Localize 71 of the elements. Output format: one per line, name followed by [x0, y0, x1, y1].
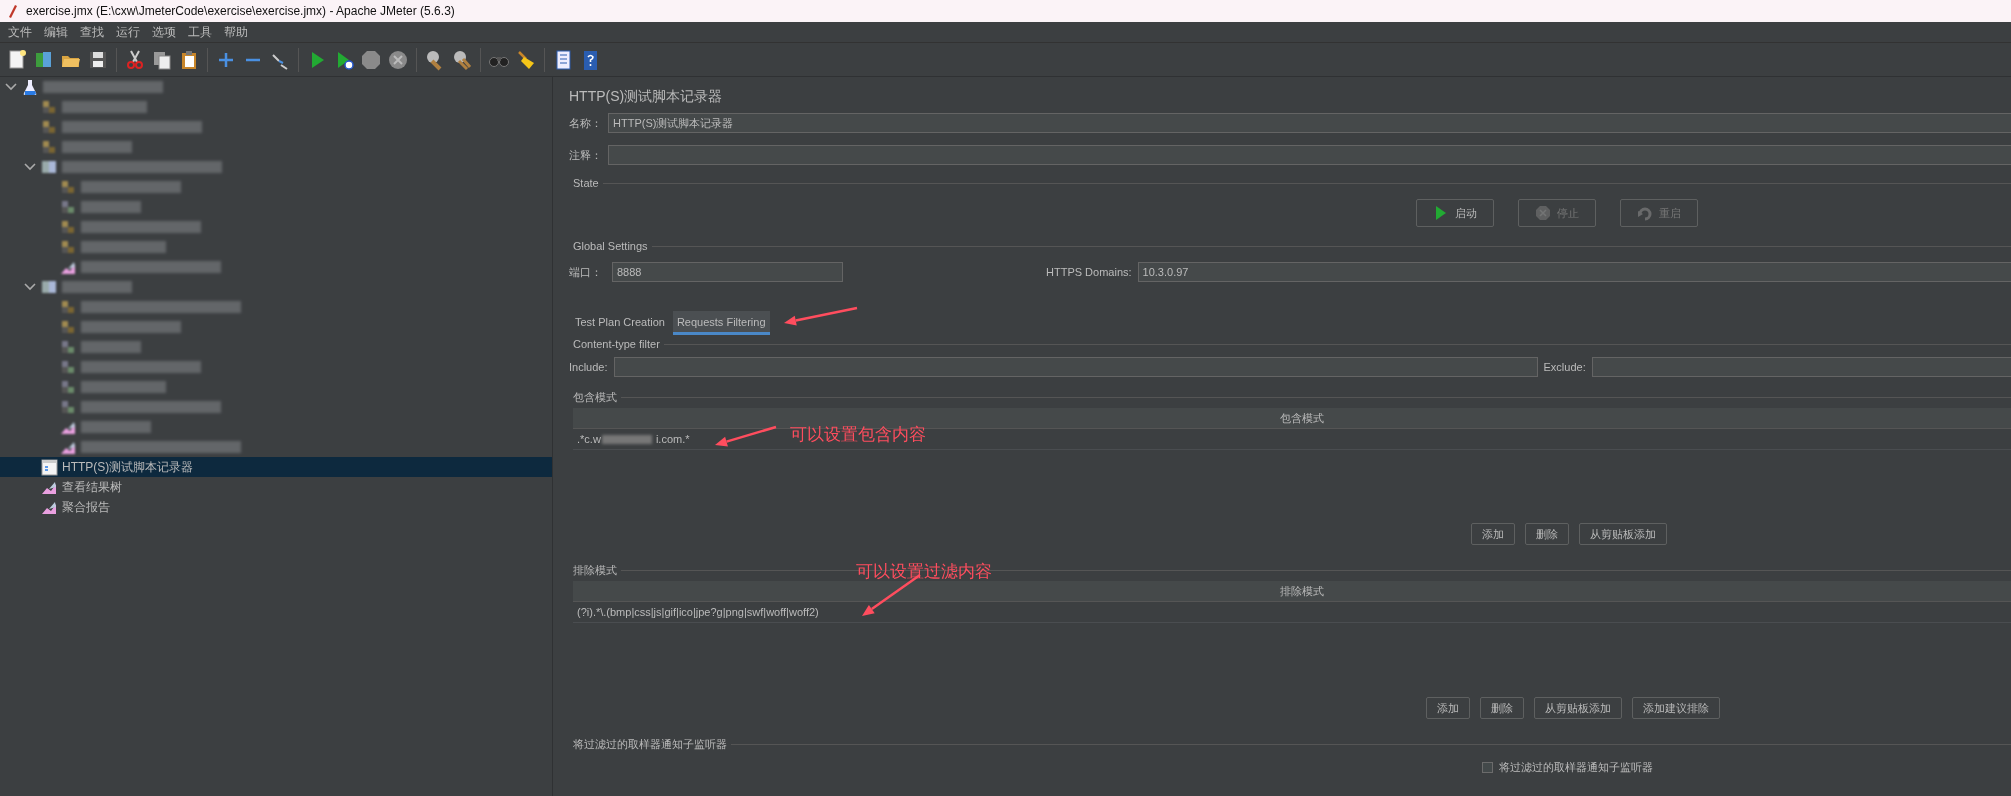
blurred-icon: [41, 98, 58, 116]
section-title: State: [573, 177, 599, 189]
arrow: [715, 425, 777, 447]
blurred-icon: [60, 218, 77, 236]
text-field[interactable]: HTTP(S)测试脚本记录器: [608, 113, 2011, 133]
action-button[interactable]: 从剪贴板添加: [1534, 697, 1622, 719]
tab[interactable]: Requests Filtering: [672, 311, 770, 335]
blurred-icon: [60, 298, 77, 316]
text-field[interactable]: [608, 145, 2011, 165]
blurred-icon: [60, 198, 77, 216]
menu-item[interactable]: 工具: [182, 23, 218, 41]
panel-title: HTTP(S)测试脚本记录器: [569, 88, 724, 106]
selected-tree-row[interactable]: HTTP(S)测试脚本记录器: [0, 457, 552, 477]
action-button[interactable]: 从剪贴板添加: [1579, 523, 1667, 545]
section-title: Content-type filter: [573, 338, 660, 350]
tab[interactable]: Test Plan Creation: [571, 311, 669, 335]
section-title: 将过滤过的取样器通知子监听器: [573, 736, 727, 752]
scissors-icon[interactable]: [124, 48, 146, 71]
menu-item[interactable]: 文件: [2, 23, 38, 41]
column-header[interactable]: 排除模式: [573, 581, 2011, 602]
close-icon[interactable]: [387, 48, 409, 71]
menu-item[interactable]: 帮助: [218, 23, 254, 41]
action-button[interactable]: 删除: [1525, 523, 1569, 545]
menu-item[interactable]: 运行: [110, 23, 146, 41]
text-field[interactable]: 10.3.0.97: [1137, 262, 2011, 282]
action-button[interactable]: 添加: [1426, 697, 1470, 719]
blurred-icon: [60, 238, 77, 256]
section-title: Global Settings: [573, 240, 648, 252]
checkbox-label: 将过滤过的取样器通知子监听器: [1499, 760, 1653, 775]
blurred-icon: [60, 398, 77, 416]
menu-item[interactable]: 选项: [146, 23, 182, 41]
field-label: 端口：: [569, 264, 602, 280]
section-title: 排除模式: [573, 562, 617, 578]
restart-icon: [1637, 205, 1653, 221]
blurred-icon: [60, 378, 77, 396]
flask-icon: [22, 78, 39, 96]
tree-row[interactable]: 聚合报告: [0, 497, 552, 517]
menu-item[interactable]: 查找: [74, 23, 110, 41]
text-field[interactable]: [1591, 357, 2011, 377]
field-label: Include:: [569, 361, 608, 373]
recorder-icon: [41, 458, 58, 476]
blurred-icon: [60, 318, 77, 336]
broom-icon[interactable]: [515, 48, 537, 71]
new-file-icon[interactable]: [6, 48, 28, 71]
window-title: exercise.jmx (E:\cxw\JmeterCode\exercise\exercise.jmx) - Apache JMeter (5.6.3): [26, 4, 455, 18]
text-field[interactable]: [613, 357, 1538, 377]
table-cell: (?i).*\.(bmp|css|js|gif|ico|jpe?g|png|swf|woff|woff2): [573, 602, 2011, 623]
section-title: 包含模式: [573, 389, 617, 405]
menu-item[interactable]: 编辑: [38, 23, 74, 41]
feather-icon: [6, 3, 18, 19]
tree-row[interactable]: 查看结果树: [0, 477, 552, 497]
stop-icon: [1535, 205, 1551, 221]
field-label: HTTPS Domains:: [1046, 266, 1132, 278]
action-button[interactable]: 添加: [1471, 523, 1515, 545]
blurred-icon: [41, 278, 58, 296]
action-button[interactable]: 删除: [1480, 697, 1524, 719]
field-label: 注释：: [569, 147, 602, 163]
blurred-icon: [41, 138, 58, 156]
text-field[interactable]: 8888: [612, 262, 843, 282]
blurred-icon: [60, 358, 77, 376]
stop-icon[interactable]: [360, 48, 382, 71]
blurred-icon: [60, 338, 77, 356]
blurred-icon: [60, 178, 77, 196]
action-button[interactable]: 添加建议排除: [1632, 697, 1720, 719]
control-button[interactable]: 启动: [1416, 199, 1494, 227]
blurred-icon: [41, 118, 58, 136]
field-label: Exclude:: [1543, 361, 1586, 373]
field-label: 名称：: [569, 115, 602, 131]
annotation-text: 可以设置过滤内容: [856, 561, 992, 583]
blurred-icon: [41, 158, 58, 176]
checkbox[interactable]: [1482, 762, 1493, 773]
